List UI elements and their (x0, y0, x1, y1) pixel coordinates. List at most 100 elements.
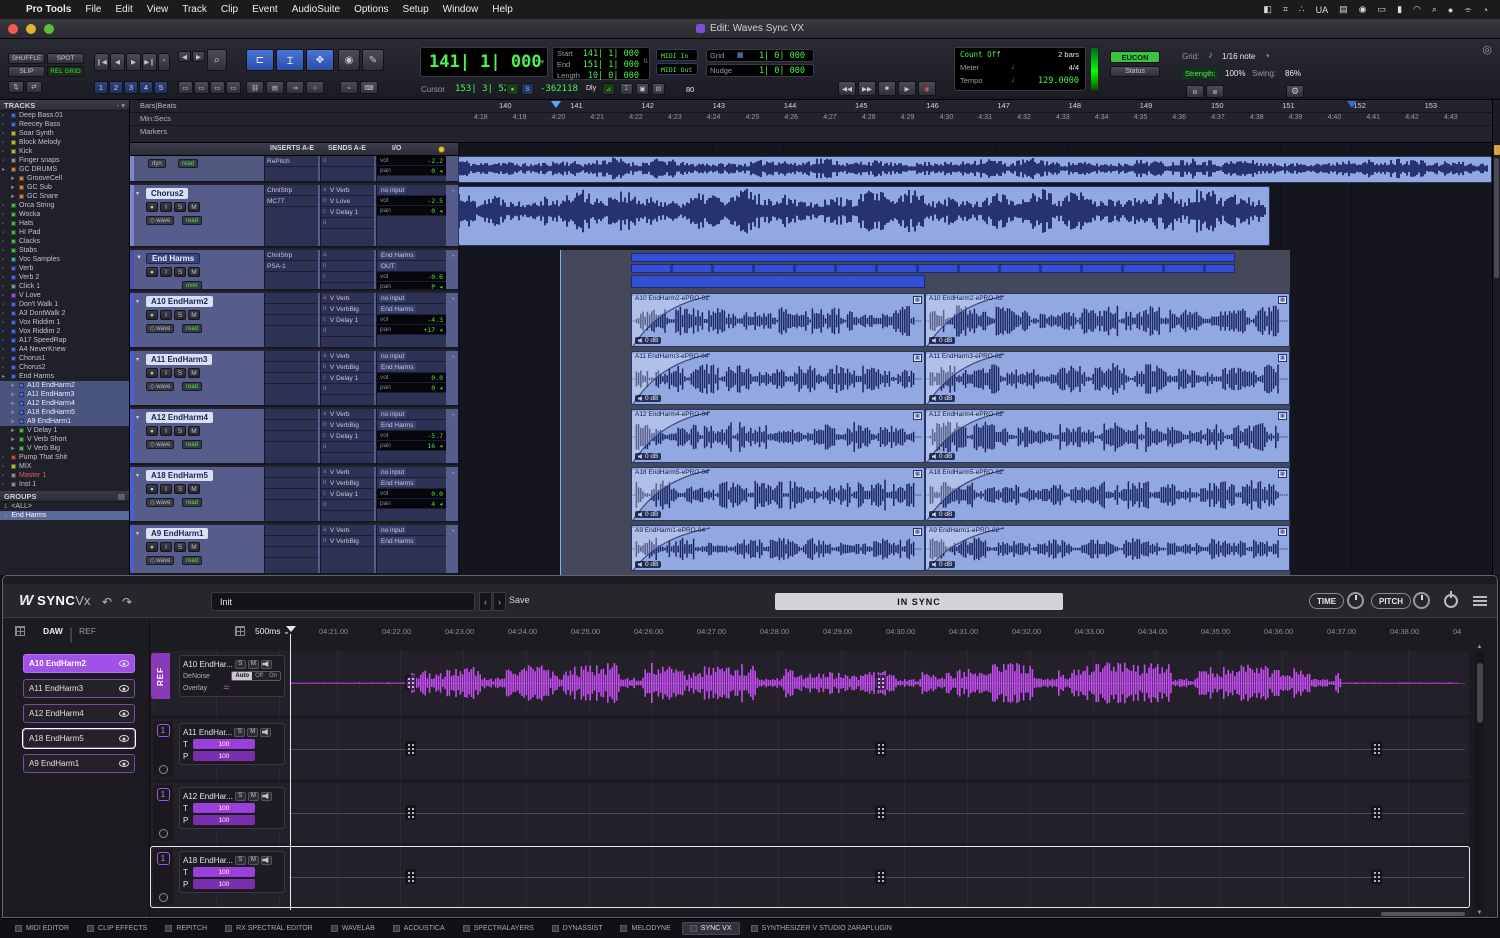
sidebar-track-vlove[interactable]: ▫V Love (0, 291, 129, 300)
plugin-track-a12endharm4[interactable]: A12 EndHarm4 (23, 704, 135, 723)
menubar-item-setup[interactable]: Setup (403, 4, 429, 15)
sidebar-track-vocsamples[interactable]: ▫Voc Samples (0, 255, 129, 264)
sidebar-track-clacks[interactable]: ▫Clacks (0, 237, 129, 246)
visibility-eye-icon[interactable] (119, 685, 129, 692)
dub-lane-a11endhar[interactable]: 1A11 EndHar...SMT100P100 (151, 719, 1469, 779)
audio-clip[interactable]: A18 EndHarm5-ePRO-02▦0 dB (925, 467, 1290, 521)
sync-anchor-grip[interactable] (1371, 869, 1382, 884)
denoise-segmented-control[interactable]: AutoOffOn (231, 671, 281, 681)
sidebar-track-a9endharm1[interactable]: ►A9 EndHarm1 (0, 417, 129, 426)
window-tab-midieditor[interactable]: MIDI EDITOR (8, 923, 76, 934)
groups-panel-keyboard-icon[interactable]: ▤ (118, 492, 125, 501)
audio-clip[interactable]: A9 EndHarm1-ePRO-04▦0 dB (631, 525, 925, 571)
track-lane[interactable]: A11 EndHarm3-ePRO-04▦0 dBA11 EndHarm3-eP… (458, 351, 1492, 405)
insertion-follows-icon[interactable]: ⇥ (286, 81, 304, 94)
transport-rtz-button[interactable]: ❙◀ (94, 53, 109, 71)
zoom-preset-2[interactable]: ▭ (194, 81, 209, 94)
lane-power-icon[interactable] (159, 829, 168, 838)
audio-clip[interactable]: A12 EndHarm4-ePRO-02▦0 dB (925, 409, 1290, 463)
keyboard-icon[interactable]: ▤ (1339, 4, 1348, 15)
collapse-arrow-icon[interactable]: ▾ (136, 530, 139, 537)
stage-manager-icon[interactable]: ◧ (1263, 4, 1272, 15)
mode-grid-button[interactable]: REL GRID (47, 66, 84, 77)
track-header-a9endharm1[interactable]: ▾A9 EndHarm1●ISM◇ wavereadaV VerbbV Verb… (130, 525, 458, 575)
sidebar-track-a17speedrap[interactable]: ▫A17 SpeedRap (0, 336, 129, 345)
input-monitor-button[interactable]: I (160, 542, 172, 552)
io-input[interactable]: no input (377, 185, 446, 196)
send-slot[interactable]: a (321, 250, 374, 261)
volume-display[interactable]: vol-2.5 (377, 196, 446, 206)
edit-vertical-scrollbar[interactable] (1492, 100, 1500, 575)
send-slot[interactable]: aV Verb (321, 293, 374, 304)
volume-display[interactable]: vol-0.6 (377, 272, 446, 282)
sidebar-track-a18endharm5[interactable]: ►A18 EndHarm5 (0, 408, 129, 417)
volume-display[interactable]: vol-5.7 (377, 431, 446, 441)
track-header-partial[interactable]: dynreadRePitchdvol-2.2pan0 ◂ (130, 156, 458, 183)
send-slot[interactable]: d (321, 442, 374, 453)
automation-mode-selector[interactable]: read (182, 216, 202, 225)
sidebar-track-soarsynth[interactable]: ▫Soar Synth (0, 129, 129, 138)
sync-anchor-grip[interactable] (405, 869, 416, 884)
timeline-insert-icon[interactable]: ⌶ (620, 83, 633, 95)
track-lane[interactable]: A10 EndHarm2-ePRO-01▦0 dBA10 EndHarm2-eP… (458, 293, 1492, 347)
track-name-chip[interactable]: Chorus2 (146, 188, 188, 199)
record-arm-button[interactable]: ● (146, 542, 158, 552)
menubar-item-window[interactable]: Window (443, 4, 479, 15)
transport-end-button[interactable]: ▶❙ (142, 53, 157, 71)
io-output[interactable]: End Harms (377, 478, 446, 489)
edit-sel-icon[interactable]: ▣ (636, 83, 649, 95)
sidebar-track-gcsub[interactable]: ►GC Sub (0, 183, 129, 192)
volume-display[interactable]: vol-2.2 (377, 156, 446, 166)
send-slot[interactable]: d (321, 500, 374, 511)
pan-display[interactable]: panP ◂ (377, 282, 446, 291)
visibility-eye-icon[interactable] (119, 760, 129, 767)
selector-tool-button[interactable]: Ɪ (276, 49, 304, 71)
mute-button[interactable]: M (248, 856, 259, 865)
speaker-button[interactable] (261, 856, 272, 865)
selection-arrows-icon[interactable]: ⇅ (643, 58, 648, 65)
clip-gain-badge[interactable]: 0 dB (635, 561, 661, 568)
menubar-item-clip[interactable]: Clip (221, 4, 238, 15)
input-monitor-button[interactable]: I (160, 368, 172, 378)
plugin-vertical-scrollbar[interactable] (1475, 651, 1484, 909)
audio-clip[interactable]: A10 EndHarm2-ePRO-01▦0 dB (631, 293, 925, 347)
lane-number-badge[interactable]: 1 (157, 724, 170, 737)
sync-anchor-grip[interactable] (1371, 741, 1382, 756)
grid-note-icon[interactable]: ♪ (1208, 50, 1213, 61)
send-slot[interactable]: d (321, 326, 374, 337)
pitch-amount-slider[interactable]: 100 (193, 751, 255, 761)
menubar-item-edit[interactable]: Edit (116, 4, 133, 15)
sidebar-track-vverbshort[interactable]: ►V Verb Short (0, 435, 129, 444)
solo-button[interactable]: S (174, 202, 186, 212)
sidebar-track-a3dontwalk2[interactable]: ▫A3 DontWalk 2 (0, 309, 129, 318)
sidebar-track-click1[interactable]: ▫Click 1 (0, 282, 129, 291)
track-header-a11endharm3[interactable]: ▾A11 EndHarm3●ISM◇ wavereadaV VerbbV Ver… (130, 351, 458, 407)
clip-gain-badge[interactable]: 0 dB (635, 395, 661, 402)
mute-button[interactable]: M (247, 728, 258, 737)
mute-button[interactable]: M (188, 542, 200, 552)
sync-anchor-grip[interactable] (1371, 805, 1382, 820)
hamburger-menu-icon[interactable] (1473, 596, 1487, 608)
zoom-out-arrow-icon[interactable]: ◀ (178, 51, 191, 62)
zoom-toggle-up-icon[interactable]: ⇅ (8, 81, 24, 93)
pan-display[interactable]: pan0 ◂ (377, 206, 446, 216)
visibility-eye-icon[interactable] (119, 710, 129, 717)
control-center-icon[interactable]: ⌯ (1464, 4, 1471, 15)
audio-clip[interactable]: A12 EndHarm4-ePRO-04▦0 dB (631, 409, 925, 463)
zoomer-tool-icon[interactable]: ⌕ (207, 49, 227, 71)
sync-anchor-grip[interactable] (405, 741, 416, 756)
audio-clip[interactable]: A10 EndHarm2-ePRO-02▦0 dB (925, 293, 1290, 347)
track-header-chorus2[interactable]: ▾Chorus2●ISM◇ wavereadChnlStrpMC77aV Ver… (130, 185, 458, 248)
mute-button[interactable]: M (248, 792, 259, 801)
folder-clip-bar[interactable] (631, 264, 1235, 273)
plugin-scrollbar-thumb[interactable] (1477, 663, 1483, 723)
mute-button[interactable]: M (188, 267, 200, 277)
clip-gain-badge[interactable]: 0 dB (635, 337, 661, 344)
send-slot[interactable]: cV Delay 1 (321, 373, 374, 384)
record-arm-button[interactable]: ● (146, 202, 158, 212)
input-monitor-button[interactable]: I (160, 426, 172, 436)
mute-button[interactable]: M (188, 484, 200, 494)
automation-mode-selector[interactable]: read (182, 498, 202, 507)
clip-gain-badge[interactable]: 0 dB (635, 511, 661, 518)
track-plus-button[interactable]: + (451, 189, 455, 195)
